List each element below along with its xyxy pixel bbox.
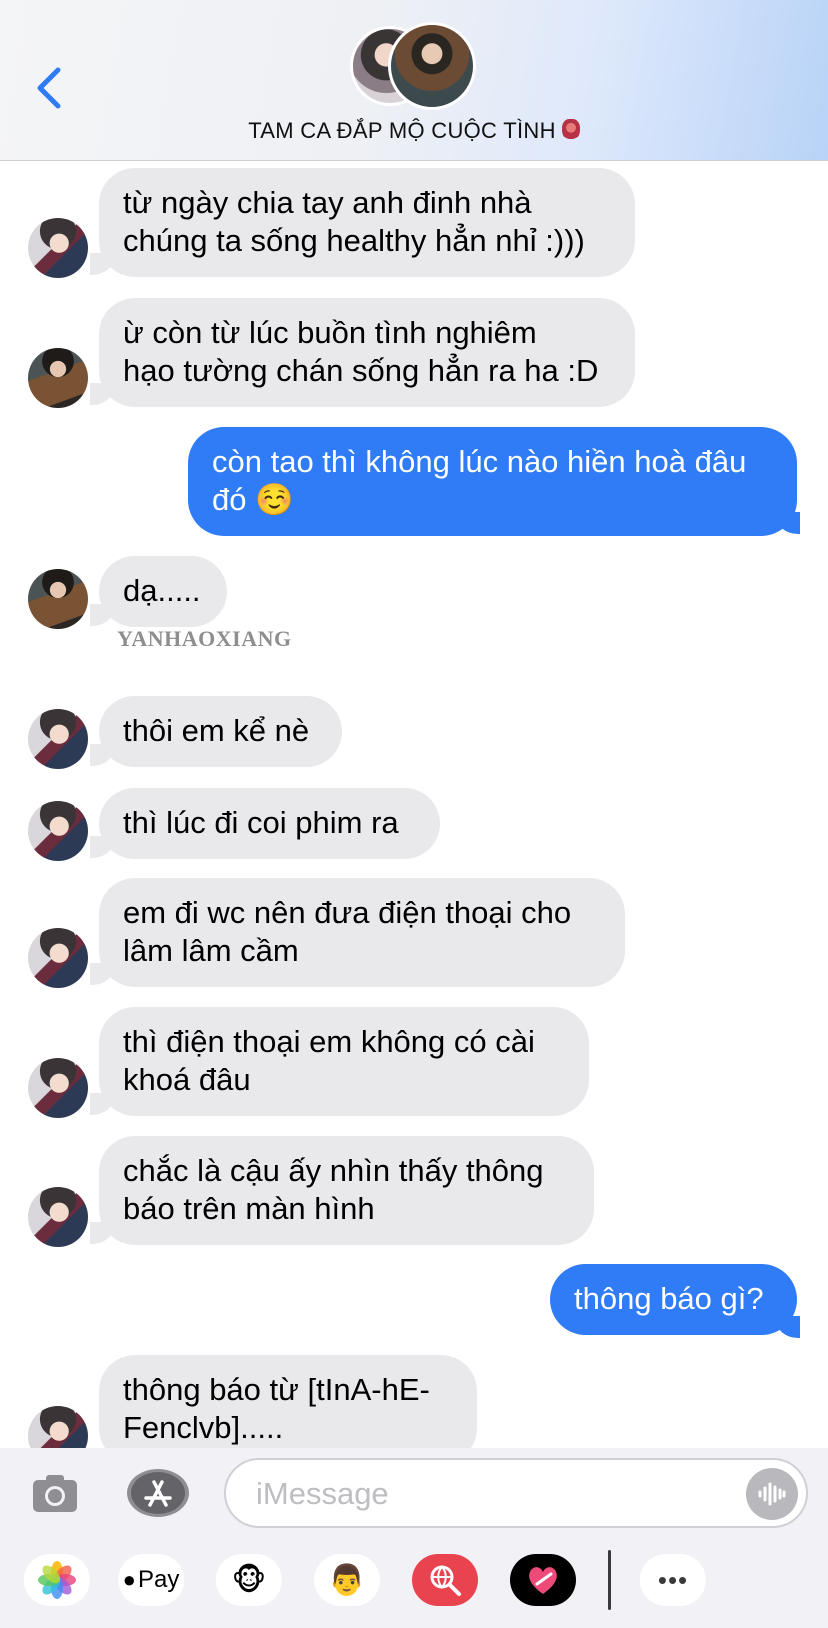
imessage-app-drawer: ● Pay 🐵 👨 •••	[0, 1550, 828, 1628]
message-input[interactable]: iMessage	[224, 1458, 808, 1528]
message-input-placeholder: iMessage	[256, 1476, 389, 1511]
waveform-icon	[758, 1482, 786, 1506]
globe-search-icon	[430, 1565, 461, 1596]
group-avatar	[388, 22, 476, 110]
sender-avatar[interactable]	[28, 569, 88, 629]
incoming-message-bubble[interactable]: em đi wc nên đưa điện thoại cho lâm lâm …	[99, 878, 625, 987]
watermark-text: YANHAOXIANG	[117, 626, 292, 651]
photos-icon	[38, 1561, 76, 1599]
camera-button[interactable]	[30, 1468, 80, 1518]
camera-icon	[33, 1475, 77, 1512]
memoji-icon: 👨	[328, 1563, 366, 1597]
incoming-message-bubble[interactable]: ừ còn từ lúc buồn tình nghiêm hạo tường …	[99, 298, 635, 407]
back-button[interactable]	[30, 62, 70, 112]
outgoing-message-bubble[interactable]: còn tao thì không lúc nào hiền hoà đâu đ…	[188, 427, 797, 536]
group-title-text: TAM CA ĐẮP MỘ CUỘC TÌNH	[248, 118, 556, 143]
incoming-message-bubble[interactable]: chắc là cậu ấy nhìn thấy thông báo trên …	[99, 1136, 594, 1245]
incoming-message-bubble[interactable]: thì điện thoại em không có cài khoá đâu	[99, 1007, 589, 1116]
sender-avatar[interactable]	[28, 709, 88, 769]
app-store-icon	[127, 1469, 189, 1517]
incoming-message-bubble[interactable]: thôi em kể nè	[99, 696, 342, 767]
app-store-button[interactable]	[126, 1468, 190, 1518]
sender-avatar[interactable]	[28, 218, 88, 278]
sender-avatar[interactable]	[28, 348, 88, 408]
apple-pay-label: Pay	[137, 1566, 180, 1593]
apple-logo-icon: ●	[122, 1567, 136, 1592]
monkey-icon: 🐵	[231, 1563, 267, 1597]
group-title[interactable]: TAM CA ĐẮP MỘ CUỘC TÌNH	[0, 118, 828, 144]
animoji-button[interactable]: 🐵	[216, 1554, 282, 1606]
sender-avatar[interactable]	[28, 928, 88, 988]
digital-touch-heart-icon	[529, 1567, 557, 1594]
chevron-left-icon	[37, 67, 61, 109]
memoji-button[interactable]: 👨	[314, 1554, 380, 1606]
digital-touch-button[interactable]	[510, 1554, 576, 1606]
outgoing-message-bubble[interactable]: thông báo gì?	[550, 1264, 797, 1335]
photos-app-button[interactable]	[24, 1554, 90, 1606]
group-avatars[interactable]	[350, 22, 480, 112]
app-drawer-divider	[608, 1550, 611, 1610]
sender-avatar[interactable]	[28, 1058, 88, 1118]
incoming-message-bubble[interactable]: thì lúc đi coi phim ra	[99, 788, 440, 859]
images-search-button[interactable]	[412, 1554, 478, 1606]
anatomical-heart-icon	[561, 119, 580, 141]
incoming-message-bubble[interactable]: dạ.....	[99, 556, 227, 627]
ellipsis-icon: •••	[657, 1564, 689, 1595]
apple-pay-button[interactable]: ● Pay	[118, 1554, 184, 1606]
sender-avatar[interactable]	[28, 801, 88, 861]
conversation-header: TAM CA ĐẮP MỘ CUỘC TÌNH	[0, 0, 828, 161]
compose-bar: iMessage ● Pay 🐵 👨 •••	[0, 1448, 828, 1628]
sender-avatar[interactable]	[28, 1187, 88, 1247]
more-apps-button[interactable]: •••	[640, 1554, 706, 1606]
incoming-message-bubble[interactable]: từ ngày chia tay anh đinh nhà chúng ta s…	[99, 168, 635, 277]
audio-record-button[interactable]	[746, 1468, 798, 1520]
